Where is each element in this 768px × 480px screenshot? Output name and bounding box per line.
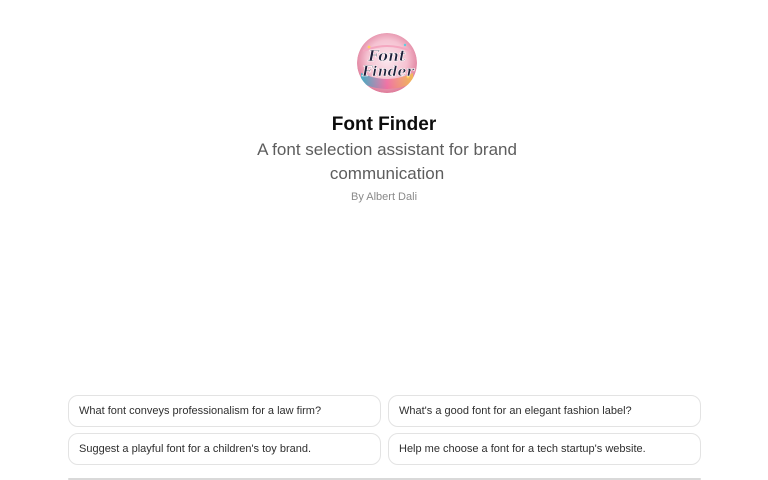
starter-prompt-button[interactable]: What's a good font for an elegant fashio… — [388, 395, 701, 427]
starter-prompt-button[interactable]: Suggest a playful font for a children's … — [68, 433, 381, 465]
svg-text:Finder: Finder — [361, 64, 415, 80]
starter-prompt-button[interactable]: Help me choose a font for a tech startup… — [388, 433, 701, 465]
svg-text:Font: Font — [367, 47, 406, 65]
gpt-title: Font Finder — [331, 114, 437, 135]
starter-prompt-button[interactable]: What font conveys professionalism for a … — [68, 395, 381, 427]
gpt-avatar: Font Finder — [357, 33, 417, 93]
gpt-description: A font selection assistant for brand com… — [257, 140, 517, 183]
gpt-page: Font Finder Font Finder A font selection… — [0, 0, 768, 480]
gpt-author: By Albert Dali — [350, 191, 418, 203]
font-finder-logo-icon: Font Finder — [357, 33, 417, 93]
